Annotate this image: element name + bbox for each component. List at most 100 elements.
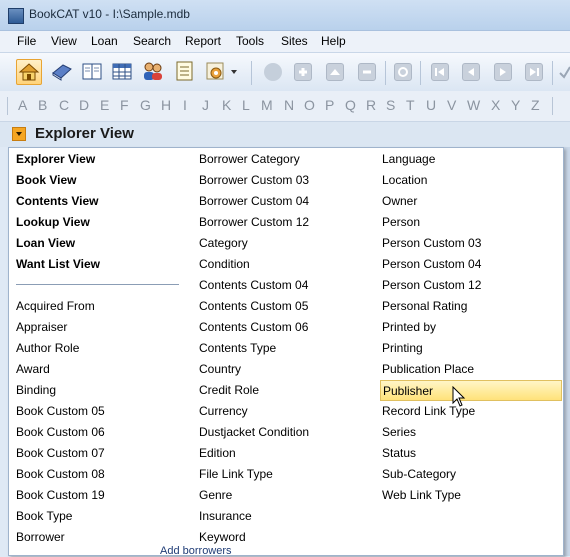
menu-view[interactable]: View [51,34,77,48]
alphabet-letter-v[interactable]: V [447,97,456,113]
lookup-item[interactable]: Person Custom 04 [382,254,481,275]
lookup-item[interactable]: Status [382,443,416,464]
lookup-item[interactable]: Book Custom 05 [16,401,105,422]
alphabet-letter-t[interactable]: T [406,97,415,113]
lookup-item[interactable]: Appraiser [16,317,67,338]
lookup-item[interactable]: Insurance [199,506,252,527]
alphabet-letter-z[interactable]: Z [531,97,540,113]
alphabet-letter-r[interactable]: R [366,97,376,113]
alphabet-letter-x[interactable]: X [491,97,500,113]
list-icon[interactable] [172,59,198,85]
lookup-item[interactable]: Currency [199,401,248,422]
lookup-item[interactable]: Person Custom 03 [382,233,481,254]
lookup-item[interactable]: Printed by [382,317,436,338]
lookup-item[interactable]: File Link Type [199,464,273,485]
lookup-item[interactable]: Contents Custom 06 [199,317,308,338]
lookup-item[interactable]: Borrower Custom 12 [199,212,309,233]
menu-search[interactable]: Search [133,34,171,48]
check-icon[interactable] [557,59,570,85]
lookup-item[interactable]: Sub-Category [382,464,456,485]
lookup-item[interactable]: Publication Place [382,359,474,380]
alphabet-letter-g[interactable]: G [140,97,151,113]
lookup-item-highlighted[interactable]: Publisher [380,380,562,401]
alphabet-letter-j[interactable]: J [202,97,209,113]
lookup-item[interactable]: Book Type [16,506,72,527]
last-icon[interactable] [521,59,547,85]
lookup-item[interactable]: Person [382,212,420,233]
lookup-item[interactable]: Borrower [16,527,65,548]
menu-help[interactable]: Help [321,34,346,48]
lookup-item[interactable]: Contents Custom 05 [199,296,308,317]
alphabet-letter-p[interactable]: P [325,97,334,113]
lookup-item[interactable]: Web Link Type [382,485,461,506]
alphabet-letter-m[interactable]: M [261,97,273,113]
refresh-icon[interactable] [390,59,416,85]
alphabet-letter-c[interactable]: C [59,97,69,113]
users-icon[interactable] [141,59,167,85]
lookup-item[interactable]: Owner [382,191,417,212]
lookup-item[interactable]: Language [382,149,435,170]
up-icon[interactable] [322,59,348,85]
explorer-view-title[interactable]: Explorer View [35,125,134,142]
alphabet-letter-n[interactable]: N [284,97,294,113]
lookup-item[interactable]: Personal Rating [382,296,467,317]
home-icon[interactable] [16,59,42,85]
alphabet-letter-f[interactable]: F [120,97,129,113]
menu-loan[interactable]: Loan [91,34,118,48]
alphabet-letter-k[interactable]: K [222,97,231,113]
lookup-item[interactable]: Series [382,422,416,443]
lookup-item[interactable]: Contents Type [199,338,276,359]
view-option-lookup[interactable]: Lookup View [16,212,90,233]
chevron-down-icon[interactable] [12,127,26,141]
view-option-want-list[interactable]: Want List View [16,254,100,275]
alphabet-letter-i[interactable]: I [183,97,187,113]
alphabet-letter-b[interactable]: B [38,97,47,113]
view-option-book[interactable]: Book View [16,170,76,191]
alphabet-letter-d[interactable]: D [79,97,89,113]
lookup-item[interactable]: Contents Custom 04 [199,275,308,296]
alphabet-letter-l[interactable]: L [242,97,250,113]
minus-icon[interactable] [354,59,380,85]
lookup-item[interactable]: Credit Role [199,380,259,401]
alphabet-letter-o[interactable]: O [304,97,315,113]
alphabet-letter-q[interactable]: Q [345,97,356,113]
lookup-item[interactable]: Genre [199,485,232,506]
lookup-item[interactable]: Book Custom 08 [16,464,105,485]
lookup-item[interactable]: Country [199,359,241,380]
lookup-item[interactable]: Binding [16,380,56,401]
next-icon[interactable] [490,59,516,85]
alphabet-letter-w[interactable]: W [467,97,480,113]
lookup-item[interactable]: Printing [382,338,423,359]
lookup-item[interactable]: Condition [199,254,250,275]
alphabet-letter-a[interactable]: A [18,97,27,113]
table-icon[interactable] [110,59,136,85]
alphabet-letter-e[interactable]: E [100,97,109,113]
lookup-item[interactable]: Book Custom 07 [16,443,105,464]
lookup-item[interactable]: Borrower Category [199,149,300,170]
alphabet-letter-h[interactable]: H [161,97,171,113]
lookup-item[interactable]: Borrower Custom 03 [199,170,309,191]
menu-file[interactable]: File [17,34,36,48]
prev-icon[interactable] [458,59,484,85]
lookup-item[interactable]: Borrower Custom 04 [199,191,309,212]
lookup-item[interactable]: Dustjacket Condition [199,422,309,443]
lookup-item[interactable]: Book Custom 19 [16,485,105,506]
alphabet-letter-y[interactable]: Y [511,97,520,113]
lookup-item[interactable]: Award [16,359,50,380]
lookup-item[interactable]: Category [199,233,248,254]
lookup-item[interactable]: Acquired From [16,296,95,317]
lookup-item[interactable]: Person Custom 12 [382,275,481,296]
lookup-item[interactable]: Location [382,170,427,191]
globe-icon[interactable] [260,59,286,85]
view-option-contents[interactable]: Contents View [16,191,98,212]
menu-sites[interactable]: Sites [281,34,308,48]
lookup-item[interactable]: Book Custom 06 [16,422,105,443]
lookup-item[interactable]: Author Role [16,338,79,359]
plus-icon[interactable] [290,59,316,85]
alphabet-letter-s[interactable]: S [386,97,395,113]
first-icon[interactable] [427,59,453,85]
open-book-icon[interactable] [80,59,106,85]
alphabet-letter-u[interactable]: U [426,97,436,113]
menu-report[interactable]: Report [185,34,221,48]
menu-tools[interactable]: Tools [236,34,264,48]
